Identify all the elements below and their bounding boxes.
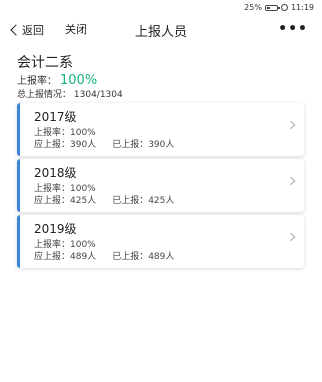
grade-expected: 应上报：390人 [34, 140, 97, 150]
nav-bar: 返回 关闭 上报人员 ••• [0, 16, 322, 44]
department-name: 会计二系 [17, 55, 73, 71]
grade-card-2017[interactable]: 2017级 上报率：100% 应上报：390人 已上报：390人 [17, 103, 304, 156]
grade-counts: 应上报：390人 已上报：390人 [34, 137, 174, 150]
status-right: 25% 11:19 [244, 3, 314, 12]
grade-title: 2017级 [34, 110, 77, 124]
chevron-right-icon [286, 232, 296, 242]
chevron-right-icon [286, 176, 296, 186]
status-bar: 25% 11:19 [0, 0, 322, 16]
clock: 11:19 [290, 3, 314, 12]
total-label: 总上报情况： [17, 90, 72, 100]
grade-expected: 应上报：425人 [34, 196, 97, 206]
total-value: 1304/1304 [73, 90, 123, 100]
chevron-left-icon [10, 24, 22, 36]
grade-reported: 已上报：390人 [112, 140, 175, 150]
grade-expected: 应上报：489人 [34, 252, 97, 262]
overall-rate: 上报率： 100% [17, 72, 97, 88]
grade-title: 2018级 [34, 166, 77, 180]
battery-icon [264, 4, 280, 11]
battery-percent: 25% [244, 3, 262, 12]
grade-counts: 应上报：425人 已上报：425人 [34, 193, 174, 206]
rate-value: 100% [60, 73, 98, 88]
grade-title: 2019级 [34, 222, 77, 236]
chevron-right-icon [286, 120, 296, 130]
grade-reported: 已上报：425人 [112, 196, 175, 206]
grade-card-2019[interactable]: 2019级 上报率：100% 应上报：489人 已上报：489人 [17, 215, 304, 268]
more-menu-button[interactable]: ••• [278, 21, 308, 37]
rate-label: 上报率： [17, 76, 57, 87]
grade-counts: 应上报：489人 已上报：489人 [34, 249, 174, 262]
alarm-icon [280, 4, 288, 11]
total-reported: 总上报情况： 1304/1304 [17, 87, 123, 100]
close-button[interactable]: 关闭 [65, 22, 87, 38]
grade-reported: 已上报：489人 [112, 252, 175, 262]
grade-card-2018[interactable]: 2018级 上报率：100% 应上报：425人 已上报：425人 [17, 159, 304, 212]
back-label: 返回 [22, 24, 44, 37]
page-title: 上报人员 [134, 25, 187, 40]
back-button[interactable]: 返回 [10, 22, 44, 38]
